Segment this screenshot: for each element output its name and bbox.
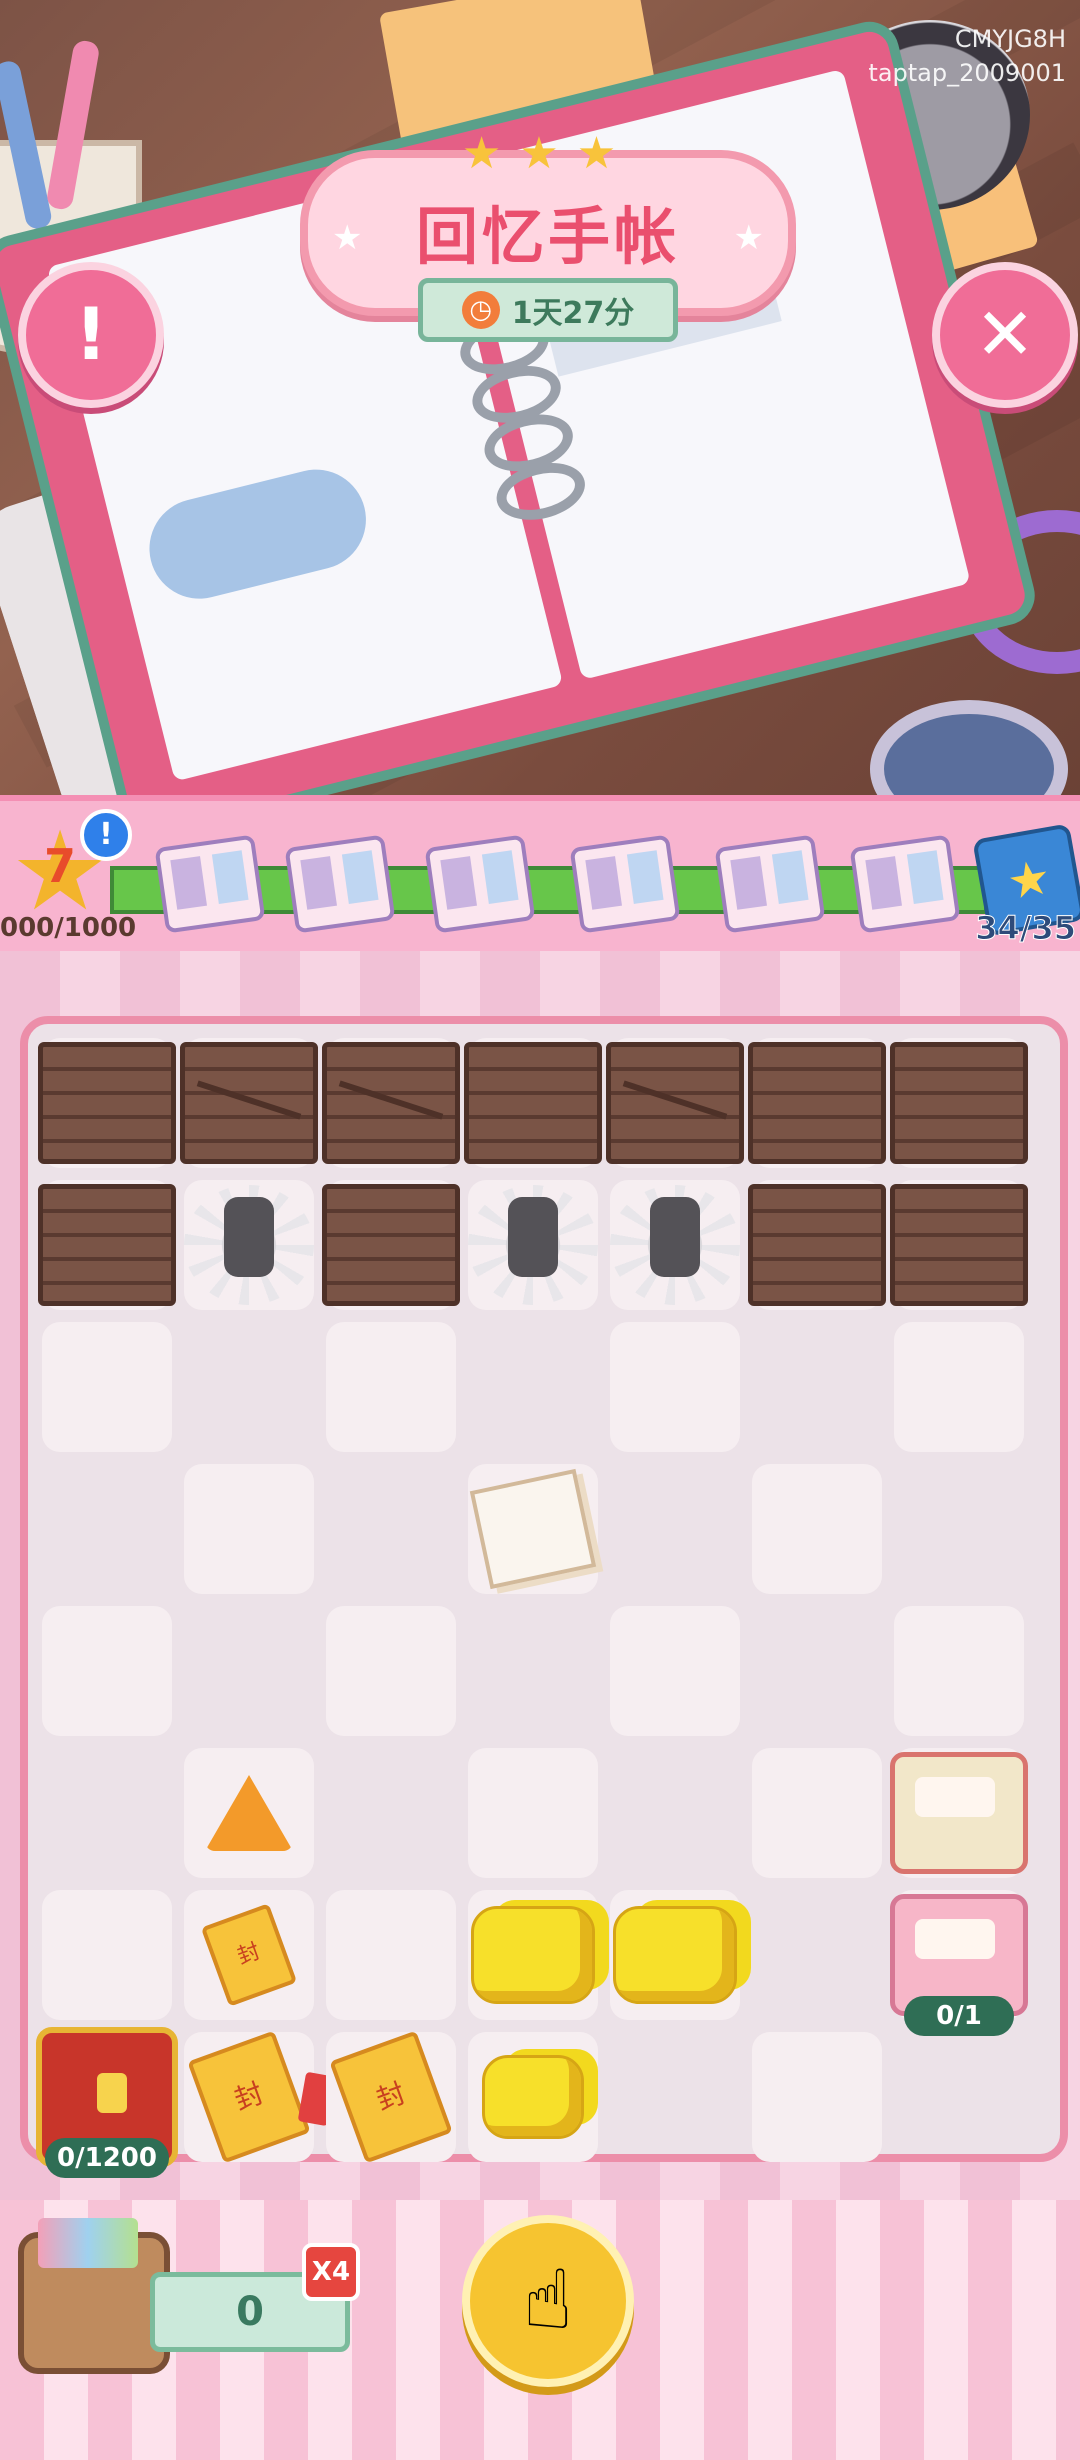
scene-background: CMYJG8H taptap_2009001 ! ✕ ★★★ ★ ★ 回忆手帐 … xyxy=(0,0,1080,795)
milestone-reward-3[interactable] xyxy=(424,834,536,934)
memo-paper-item-art xyxy=(469,1468,597,1590)
wooden-crate[interactable] xyxy=(888,1174,1030,1316)
timer-text: 1天27分 xyxy=(511,296,635,331)
board-cell xyxy=(752,2032,882,2162)
wooden-crate[interactable] xyxy=(320,1032,462,1174)
board-cell xyxy=(42,1890,172,2020)
cobweb-stapler-item-art xyxy=(468,1185,598,1305)
wooden-crate-art xyxy=(322,1184,460,1306)
alert-badge: ! xyxy=(80,809,132,861)
board-cell xyxy=(326,1322,456,1452)
charm-envelope-item-art: 封 xyxy=(329,2030,453,2164)
exclamation-icon: ! xyxy=(74,292,108,376)
stars-icon: ★★★ xyxy=(461,128,635,179)
board-cell xyxy=(610,1606,740,1736)
gold-nugget-item[interactable] xyxy=(462,2026,604,2168)
wooden-crate-art xyxy=(180,1042,318,1164)
wooden-crate-art xyxy=(38,1184,176,1306)
board-cell xyxy=(894,1606,1024,1736)
xp-progress-text: 000/1000 xyxy=(0,913,137,943)
craft-box-generator-art xyxy=(890,1752,1028,1874)
milestone-reward-6[interactable] xyxy=(849,834,961,934)
board-cell xyxy=(752,1748,882,1878)
board-cell xyxy=(468,1748,598,1878)
board-cell xyxy=(610,1322,740,1452)
wooden-crate[interactable] xyxy=(320,1174,462,1316)
amber-gem-item[interactable] xyxy=(178,1742,320,1884)
clock-icon: ◷ xyxy=(461,291,500,329)
wooden-crate-art xyxy=(890,1042,1028,1164)
chest-progress-counter: 0/1200 xyxy=(45,2138,169,2178)
gold-nugget-item[interactable] xyxy=(604,1884,746,2026)
page-title: 回忆手帐 xyxy=(415,200,680,273)
progress-band: ★ 7 ! 000/1000 ★ 34/35 xyxy=(0,795,1080,957)
cobweb-stapler-item-art xyxy=(610,1185,740,1305)
charm-envelope-item[interactable]: 封 xyxy=(320,2026,462,2168)
gold-nugget-item-art xyxy=(482,2055,584,2139)
milestone-reward-2[interactable] xyxy=(284,834,396,934)
close-icon: ✕ xyxy=(974,292,1036,376)
board-cell xyxy=(42,1322,172,1452)
storage-count: 0 xyxy=(236,2289,264,2335)
charm-envelope-item-art: 封 xyxy=(200,1903,298,2007)
wooden-crate-art xyxy=(748,1042,886,1164)
tap-generate-button[interactable]: ☝ xyxy=(462,2215,634,2387)
info-button[interactable]: ! xyxy=(18,262,164,408)
watermark-line: CMYJG8H xyxy=(954,25,1066,53)
wooden-crate[interactable] xyxy=(178,1032,320,1174)
tassel-charm-item[interactable]: 封 xyxy=(178,2026,320,2168)
cobweb-stapler-item[interactable] xyxy=(462,1174,604,1316)
craft-box-generator[interactable] xyxy=(888,1742,1030,1884)
tassel-charm-item-art: 封 xyxy=(187,2030,311,2164)
wooden-crate-art xyxy=(890,1184,1028,1306)
wooden-crate[interactable] xyxy=(604,1032,746,1174)
multiplier-badge: X4 xyxy=(302,2243,360,2301)
gold-nugget-item[interactable] xyxy=(462,1884,604,2026)
cobweb-stapler-item[interactable] xyxy=(178,1174,320,1316)
washi-tape-icon xyxy=(870,700,1068,795)
board-cell xyxy=(894,1322,1024,1452)
board-cell xyxy=(42,1606,172,1736)
memo-paper-item[interactable] xyxy=(462,1458,604,1600)
board-cell xyxy=(326,1890,456,2020)
wooden-crate-art xyxy=(606,1042,744,1164)
board-cell xyxy=(326,1606,456,1736)
pointing-hand-icon: ☝ xyxy=(523,2253,573,2348)
wooden-crate-art xyxy=(322,1042,460,1164)
milestone-reward-5[interactable] xyxy=(714,834,826,934)
watermark: CMYJG8H taptap_2009001 xyxy=(868,22,1066,90)
wooden-crate-art xyxy=(38,1042,176,1164)
star-icon: ★ xyxy=(733,218,764,258)
wooden-crate[interactable] xyxy=(746,1174,888,1316)
wooden-crate[interactable] xyxy=(746,1032,888,1174)
close-button[interactable]: ✕ xyxy=(932,262,1078,408)
title-plaque: ★★★ ★ ★ 回忆手帐 ◷ 1天27分 xyxy=(300,128,796,342)
wooden-crate[interactable] xyxy=(888,1032,1030,1174)
cobweb-stapler-item-art xyxy=(184,1185,314,1305)
wooden-crate[interactable] xyxy=(36,1174,178,1316)
board-cell xyxy=(184,1464,314,1594)
milestone-reward-1[interactable] xyxy=(154,834,266,934)
merge-board: 封 0/1 0/1200 封封 xyxy=(20,1016,1068,2178)
amber-gem-item-art xyxy=(205,1775,293,1851)
sticker-box-counter: 0/1 xyxy=(904,1996,1014,2036)
gold-nugget-item-art xyxy=(471,1906,595,2004)
watermark-line: taptap_2009001 xyxy=(868,59,1066,87)
wooden-crate[interactable] xyxy=(36,1032,178,1174)
storage-chest-button[interactable] xyxy=(18,2218,170,2374)
charm-envelope-item[interactable]: 封 xyxy=(178,1884,320,2026)
board-cell xyxy=(752,1464,882,1594)
cobweb-stapler-item[interactable] xyxy=(604,1174,746,1316)
wooden-crate-art xyxy=(748,1184,886,1306)
wooden-crate[interactable] xyxy=(462,1032,604,1174)
event-timer: ◷ 1天27分 xyxy=(418,278,678,342)
gold-nugget-item-art xyxy=(613,1906,737,2004)
milestone-reward-4[interactable] xyxy=(569,834,681,934)
collection-count: 34/35 xyxy=(975,909,1077,948)
star-icon: ★ xyxy=(332,218,363,258)
wooden-crate-art xyxy=(464,1042,602,1164)
